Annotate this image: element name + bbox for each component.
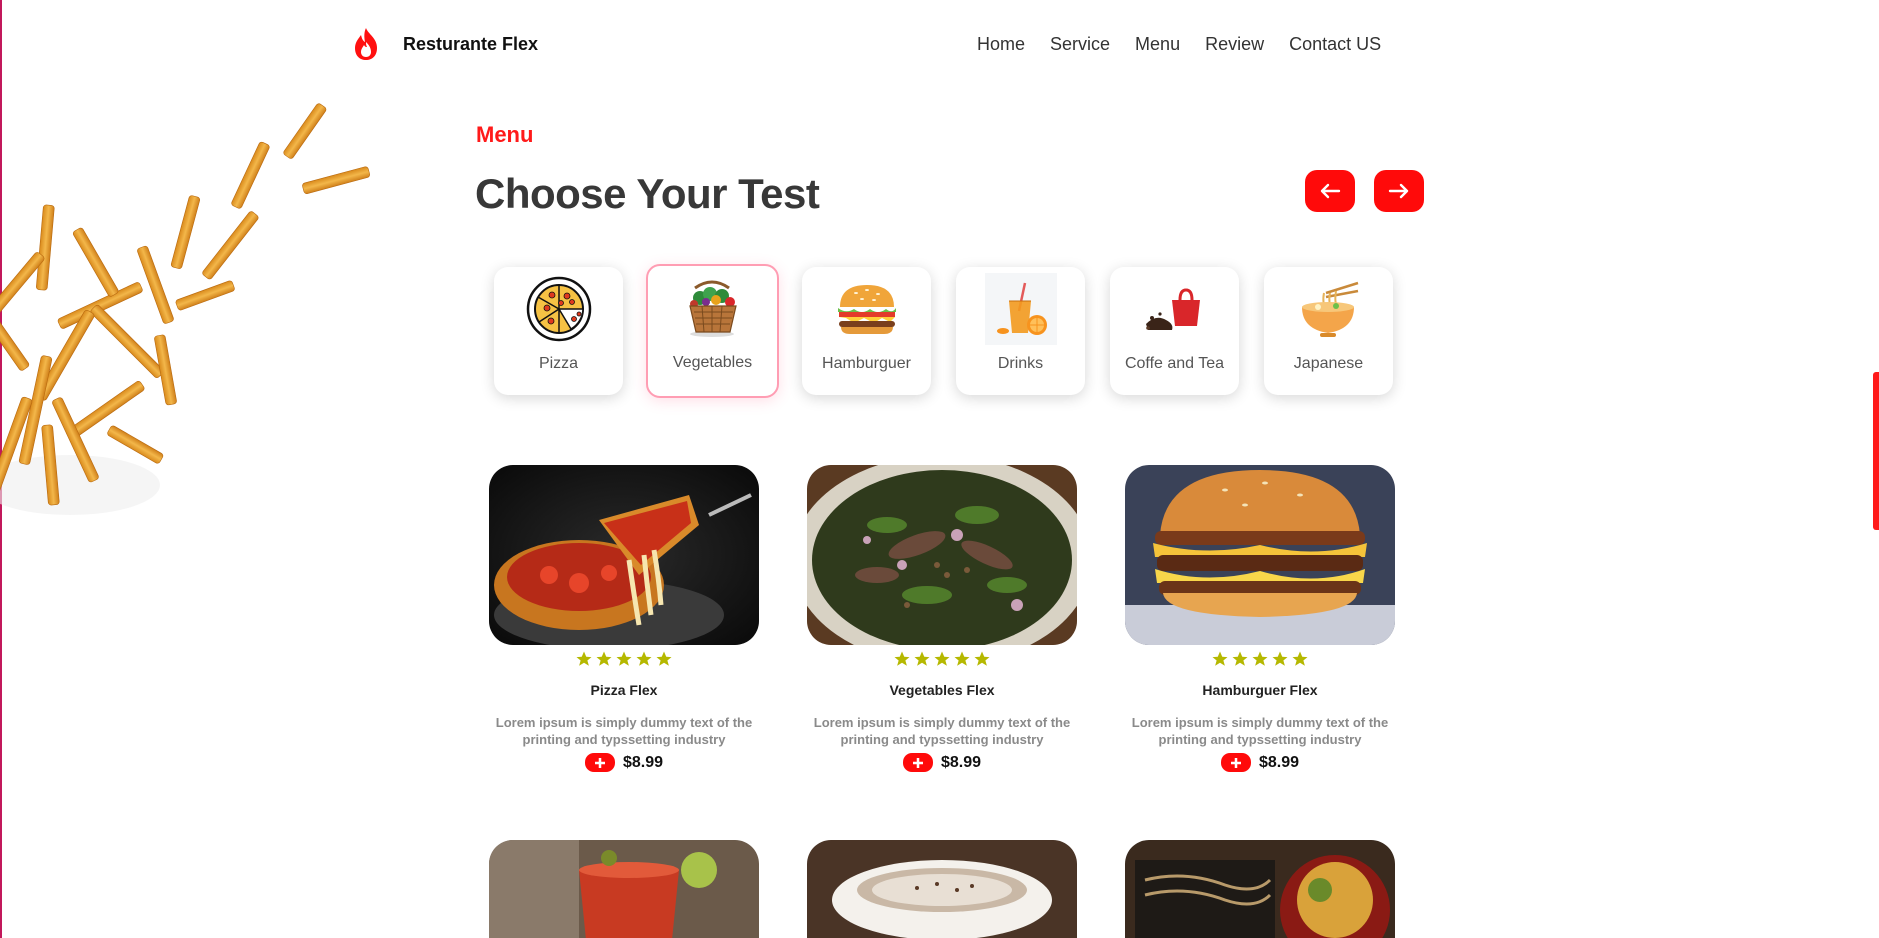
scroll-indicator[interactable] [1873,372,1879,530]
category-label: Drinks [997,355,1044,372]
nav-review[interactable]: Review [1205,34,1264,55]
add-to-cart-button[interactable] [584,753,615,772]
price-row: $8.99 [1125,753,1395,772]
category-japanese[interactable]: Japanese [1264,267,1393,395]
category-hamburguer[interactable]: Hamburguer [802,267,931,395]
star-icon [914,651,930,666]
pizza-photo[interactable] [489,465,759,645]
hamburguer-photo[interactable] [1125,465,1395,645]
star-icon [1212,651,1228,666]
rating-stars [489,650,759,670]
plus-icon [1230,757,1241,768]
star-icon [636,651,652,666]
category-label: Pizza [538,355,579,372]
star-icon [596,651,612,666]
star-icon [954,651,970,666]
star-icon [894,651,910,666]
star-icon [656,651,672,666]
brand-name[interactable]: Resturante Flex [403,34,538,55]
section-title: Choose Your Test [475,170,820,217]
hamburger-icon [837,285,896,334]
category-coffe-and-tea[interactable]: Coffe and Tea [1110,267,1239,395]
rating-stars [807,650,1077,670]
star-icon [1232,651,1248,666]
coffee-tea-icon [1145,288,1200,330]
drink-photo[interactable] [489,840,759,938]
coffee-photo[interactable] [807,840,1077,938]
french-fries-image [0,103,370,515]
japanese-photo[interactable] [1125,840,1395,938]
category-label: Coffe and Tea [1124,355,1225,372]
ramen-icon [1301,281,1358,337]
pizza-icon [526,276,591,342]
product-price: $8.99 [622,753,664,771]
main-nav: Home Service Menu Review Contact US [977,34,1406,55]
star-icon [1272,651,1288,666]
vegetable-basket-icon [688,280,737,337]
add-to-cart-button[interactable] [902,753,933,772]
price-row: $8.99 [807,753,1077,772]
category-label: Hamburguer [822,355,911,372]
product-name: Hamburguer Flex [1202,682,1318,698]
category-vegetables[interactable]: Vegetables [646,264,779,398]
star-icon [1252,651,1268,666]
plus-icon [594,757,605,768]
vegetables-photo[interactable] [807,465,1077,645]
product-card[interactable]: Pizza Flex Lorem ipsum is simply dummy t… [489,465,759,772]
flame-logo-icon[interactable] [350,26,382,62]
star-icon [576,651,592,666]
product-name: Vegetables Flex [889,682,995,698]
nav-service[interactable]: Service [1050,34,1110,55]
add-to-cart-button[interactable] [1220,753,1251,772]
next-button[interactable] [1374,170,1424,212]
star-icon [616,651,632,666]
star-icon [1292,651,1308,666]
product-card[interactable]: Vegetables Flex Lorem ipsum is simply du… [807,465,1077,772]
category-label: Japanese [1293,355,1364,372]
category-drinks[interactable]: Drinks [956,267,1085,395]
nav-home[interactable]: Home [977,34,1025,55]
product-card[interactable]: Hamburguer Flex Lorem ipsum is simply du… [1125,465,1395,772]
star-icon [974,651,990,666]
arrow-left-icon [1320,183,1341,199]
category-label: Vegetables [672,354,753,371]
star-icon [934,651,950,666]
product-description: Lorem ipsum is simply dummy text of the … [495,715,753,747]
product-price: $8.99 [940,753,982,771]
product-description: Lorem ipsum is simply dummy text of the … [1131,715,1389,747]
product-name: Pizza Flex [590,682,658,698]
product-price: $8.99 [1258,753,1300,771]
arrow-right-icon [1388,183,1409,199]
rating-stars [1125,650,1395,670]
prev-button[interactable] [1305,170,1355,212]
price-row: $8.99 [489,753,759,772]
nav-menu[interactable]: Menu [1135,34,1180,55]
category-pizza[interactable]: Pizza [494,267,623,395]
section-eyebrow: Menu [476,122,534,147]
plus-icon [912,757,923,768]
drink-icon [996,282,1047,335]
product-description: Lorem ipsum is simply dummy text of the … [813,715,1071,747]
nav-contact[interactable]: Contact US [1289,34,1381,55]
